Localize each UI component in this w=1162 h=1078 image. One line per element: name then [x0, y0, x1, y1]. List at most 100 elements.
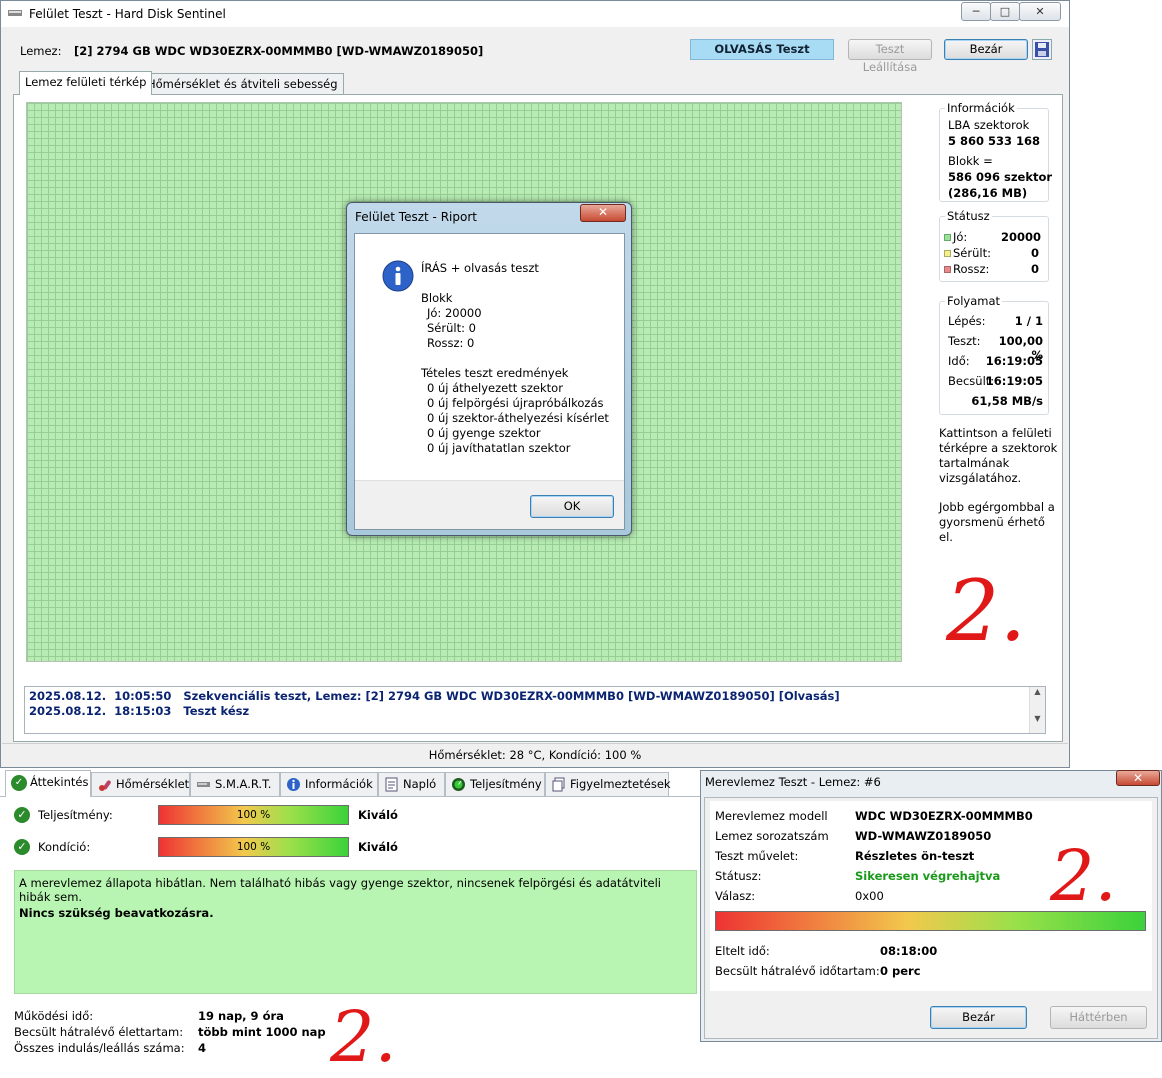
performance-value: 100 %	[236, 809, 271, 821]
copy-icon	[552, 777, 565, 792]
damaged-value: 0	[1030, 246, 1039, 260]
dialog-title: Felület Teszt - Riport	[355, 210, 477, 224]
dialog-block-bad: Rossz: 0	[427, 336, 475, 350]
performance-label: Teljesítmény:	[38, 808, 113, 822]
title-bar: Felület Teszt - Hard Disk Sentinel ─ □ ✕	[1, 1, 1069, 27]
good-label: Jó:	[953, 230, 968, 244]
ok-button[interactable]: OK	[530, 495, 614, 518]
dialog-footer: OK	[355, 480, 624, 529]
block-value: 586 096 szektor	[948, 170, 1053, 184]
hint-right-click: Jobb egérgombbal a gyorsmenü érhető el.	[939, 500, 1055, 544]
model-value: WDC WD30EZRX-00MMMB0	[855, 809, 1033, 823]
log-scrollbar[interactable]: ▲ ▼	[1029, 687, 1045, 733]
surface-test-window: Felület Teszt - Hard Disk Sentinel ─ □ ✕…	[0, 0, 1070, 768]
tab-surface-map[interactable]: Lemez felületi térkép	[19, 71, 153, 95]
dialog-result-line: 0 új gyenge szektor	[427, 426, 541, 440]
close-window-button[interactable]: ✕	[1019, 2, 1061, 21]
performance-bar: 100 %	[158, 805, 349, 825]
tab-performance[interactable]: Teljesítmény	[445, 772, 545, 796]
dialog-content: ÍRÁS + olvasás teszt Blokk Jó: 20000 Sér…	[354, 233, 625, 530]
elapsed-label: Eltelt idő:	[715, 944, 770, 958]
disk-label: Lemez:	[20, 44, 62, 58]
info-title: Információk	[945, 101, 1017, 115]
condition-ok-icon: ✓	[14, 839, 30, 855]
elapsed-value: 08:18:00	[880, 944, 938, 958]
bad-label: Rossz:	[953, 262, 990, 276]
condition-rating: Kiváló	[358, 840, 398, 854]
app-icon	[8, 10, 22, 16]
test-label: Teszt:	[948, 334, 981, 348]
dialog-result-line: 0 új javíthatatlan szektor	[427, 441, 571, 455]
estimate-value: 16:19:05	[985, 374, 1043, 388]
bad-value: 0	[1030, 262, 1039, 276]
damaged-label: Sérült:	[953, 246, 991, 260]
tab-overview[interactable]: ✓ Áttekintés	[5, 770, 91, 797]
tab-label: Áttekintés	[30, 775, 89, 789]
dialog-results-title: Tételes teszt eredmények	[421, 366, 569, 380]
tab-information[interactable]: Információk	[280, 772, 378, 796]
condition-value: 100 %	[236, 841, 271, 853]
start-stop-value: 4	[198, 1041, 207, 1055]
dialog-block-damaged: Sérült: 0	[427, 321, 476, 335]
tab-label: Figyelmeztetések	[570, 777, 671, 791]
floppy-icon	[1035, 42, 1049, 57]
condition-bar: 100 %	[158, 837, 349, 857]
document-icon	[385, 777, 398, 792]
minimize-button[interactable]: ─	[961, 2, 991, 21]
status-bar: Hőmérséklet: 28 °C, Kondíció: 100 %	[2, 743, 1068, 765]
hint-click: Kattintson a felületi térképre a szektoro…	[939, 426, 1058, 485]
dialog-close-button[interactable]: ✕	[580, 204, 626, 222]
remaining-label: Becsült hátralévő időtartam:	[715, 964, 880, 978]
disk-test-body: Merevlemez modell WDC WD30EZRX-00MMMB0 L…	[704, 797, 1158, 1039]
tab-temperature-speed[interactable]: Hőmérséklet és átviteli sebesség	[141, 73, 344, 95]
step-value: 1 / 1	[1014, 314, 1043, 328]
block-size: (286,16 MB)	[948, 186, 1028, 200]
stop-test-button[interactable]: Teszt Leállítása	[848, 39, 932, 74]
status-title: Státusz	[945, 209, 992, 223]
bad-swatch	[944, 266, 951, 273]
time-value: 16:19:05	[985, 354, 1043, 368]
tab-temperature[interactable]: Hőmérséklet	[91, 772, 190, 796]
tab-log[interactable]: Napló	[378, 772, 445, 796]
block-label: Blokk =	[948, 154, 993, 168]
tab-smart[interactable]: S.M.A.R.T.	[190, 772, 280, 796]
lba-label: LBA szektorok	[948, 118, 1030, 132]
maximize-button[interactable]: □	[990, 2, 1020, 21]
close-button[interactable]: Bezár	[944, 39, 1028, 60]
performance-rating: Kiváló	[358, 808, 398, 822]
operation-value: Részletes ön-teszt	[855, 849, 975, 863]
log-entry: 2025.08.12. 18:15:03 Teszt kész	[29, 704, 250, 718]
tab-label: Hőmérséklet	[116, 777, 190, 791]
scroll-up-icon[interactable]: ▲	[1030, 687, 1045, 696]
scroll-down-icon[interactable]: ▼	[1030, 714, 1045, 723]
test-status-value: Sikeresen végrehajtva	[855, 869, 1001, 883]
test-status-label: Státusz:	[715, 869, 762, 883]
tab-label: Teljesítmény	[470, 777, 542, 791]
close-icon: ✕	[1132, 771, 1144, 785]
disk-test-panel: Merevlemez modell WDC WD30EZRX-00MMMB0 L…	[710, 801, 1152, 991]
disk-test-close-button[interactable]: Bezár	[930, 1006, 1027, 1029]
good-value: 20000	[1001, 230, 1042, 244]
log-list[interactable]: 2025.08.12. 10:05:50 Szekvenciális teszt…	[24, 686, 1046, 734]
background-button[interactable]: Háttérben	[1050, 1006, 1147, 1029]
lifetime-value: több mint 1000 nap	[198, 1025, 326, 1039]
condition-label: Kondíció:	[38, 840, 91, 854]
good-swatch	[944, 234, 951, 241]
gauge-icon	[452, 778, 465, 791]
reply-label: Válasz:	[715, 889, 756, 903]
dialog-block-title: Blokk	[421, 291, 453, 305]
dialog-block-good: Jó: 20000	[427, 306, 482, 320]
disk-test-close-icon-button[interactable]: ✕	[1116, 770, 1160, 786]
operation-label: Teszt művelet:	[715, 849, 799, 863]
speed-value: 61,58 MB/s	[971, 394, 1043, 408]
progress-title: Folyamat	[945, 294, 1003, 308]
performance-ok-icon: ✓	[14, 807, 30, 823]
health-action: Nincs szükség beavatkozásra.	[19, 906, 214, 920]
handwritten-annotation: 2.	[946, 562, 1027, 660]
save-button[interactable]	[1032, 39, 1052, 60]
damaged-swatch	[944, 250, 951, 257]
test-mode-badge: OLVASÁS Teszt	[690, 39, 834, 60]
time-label: Idő:	[948, 354, 970, 368]
tab-alerts[interactable]: Figyelmeztetések	[545, 772, 671, 796]
window-title: Felület Teszt - Hard Disk Sentinel	[29, 7, 226, 21]
